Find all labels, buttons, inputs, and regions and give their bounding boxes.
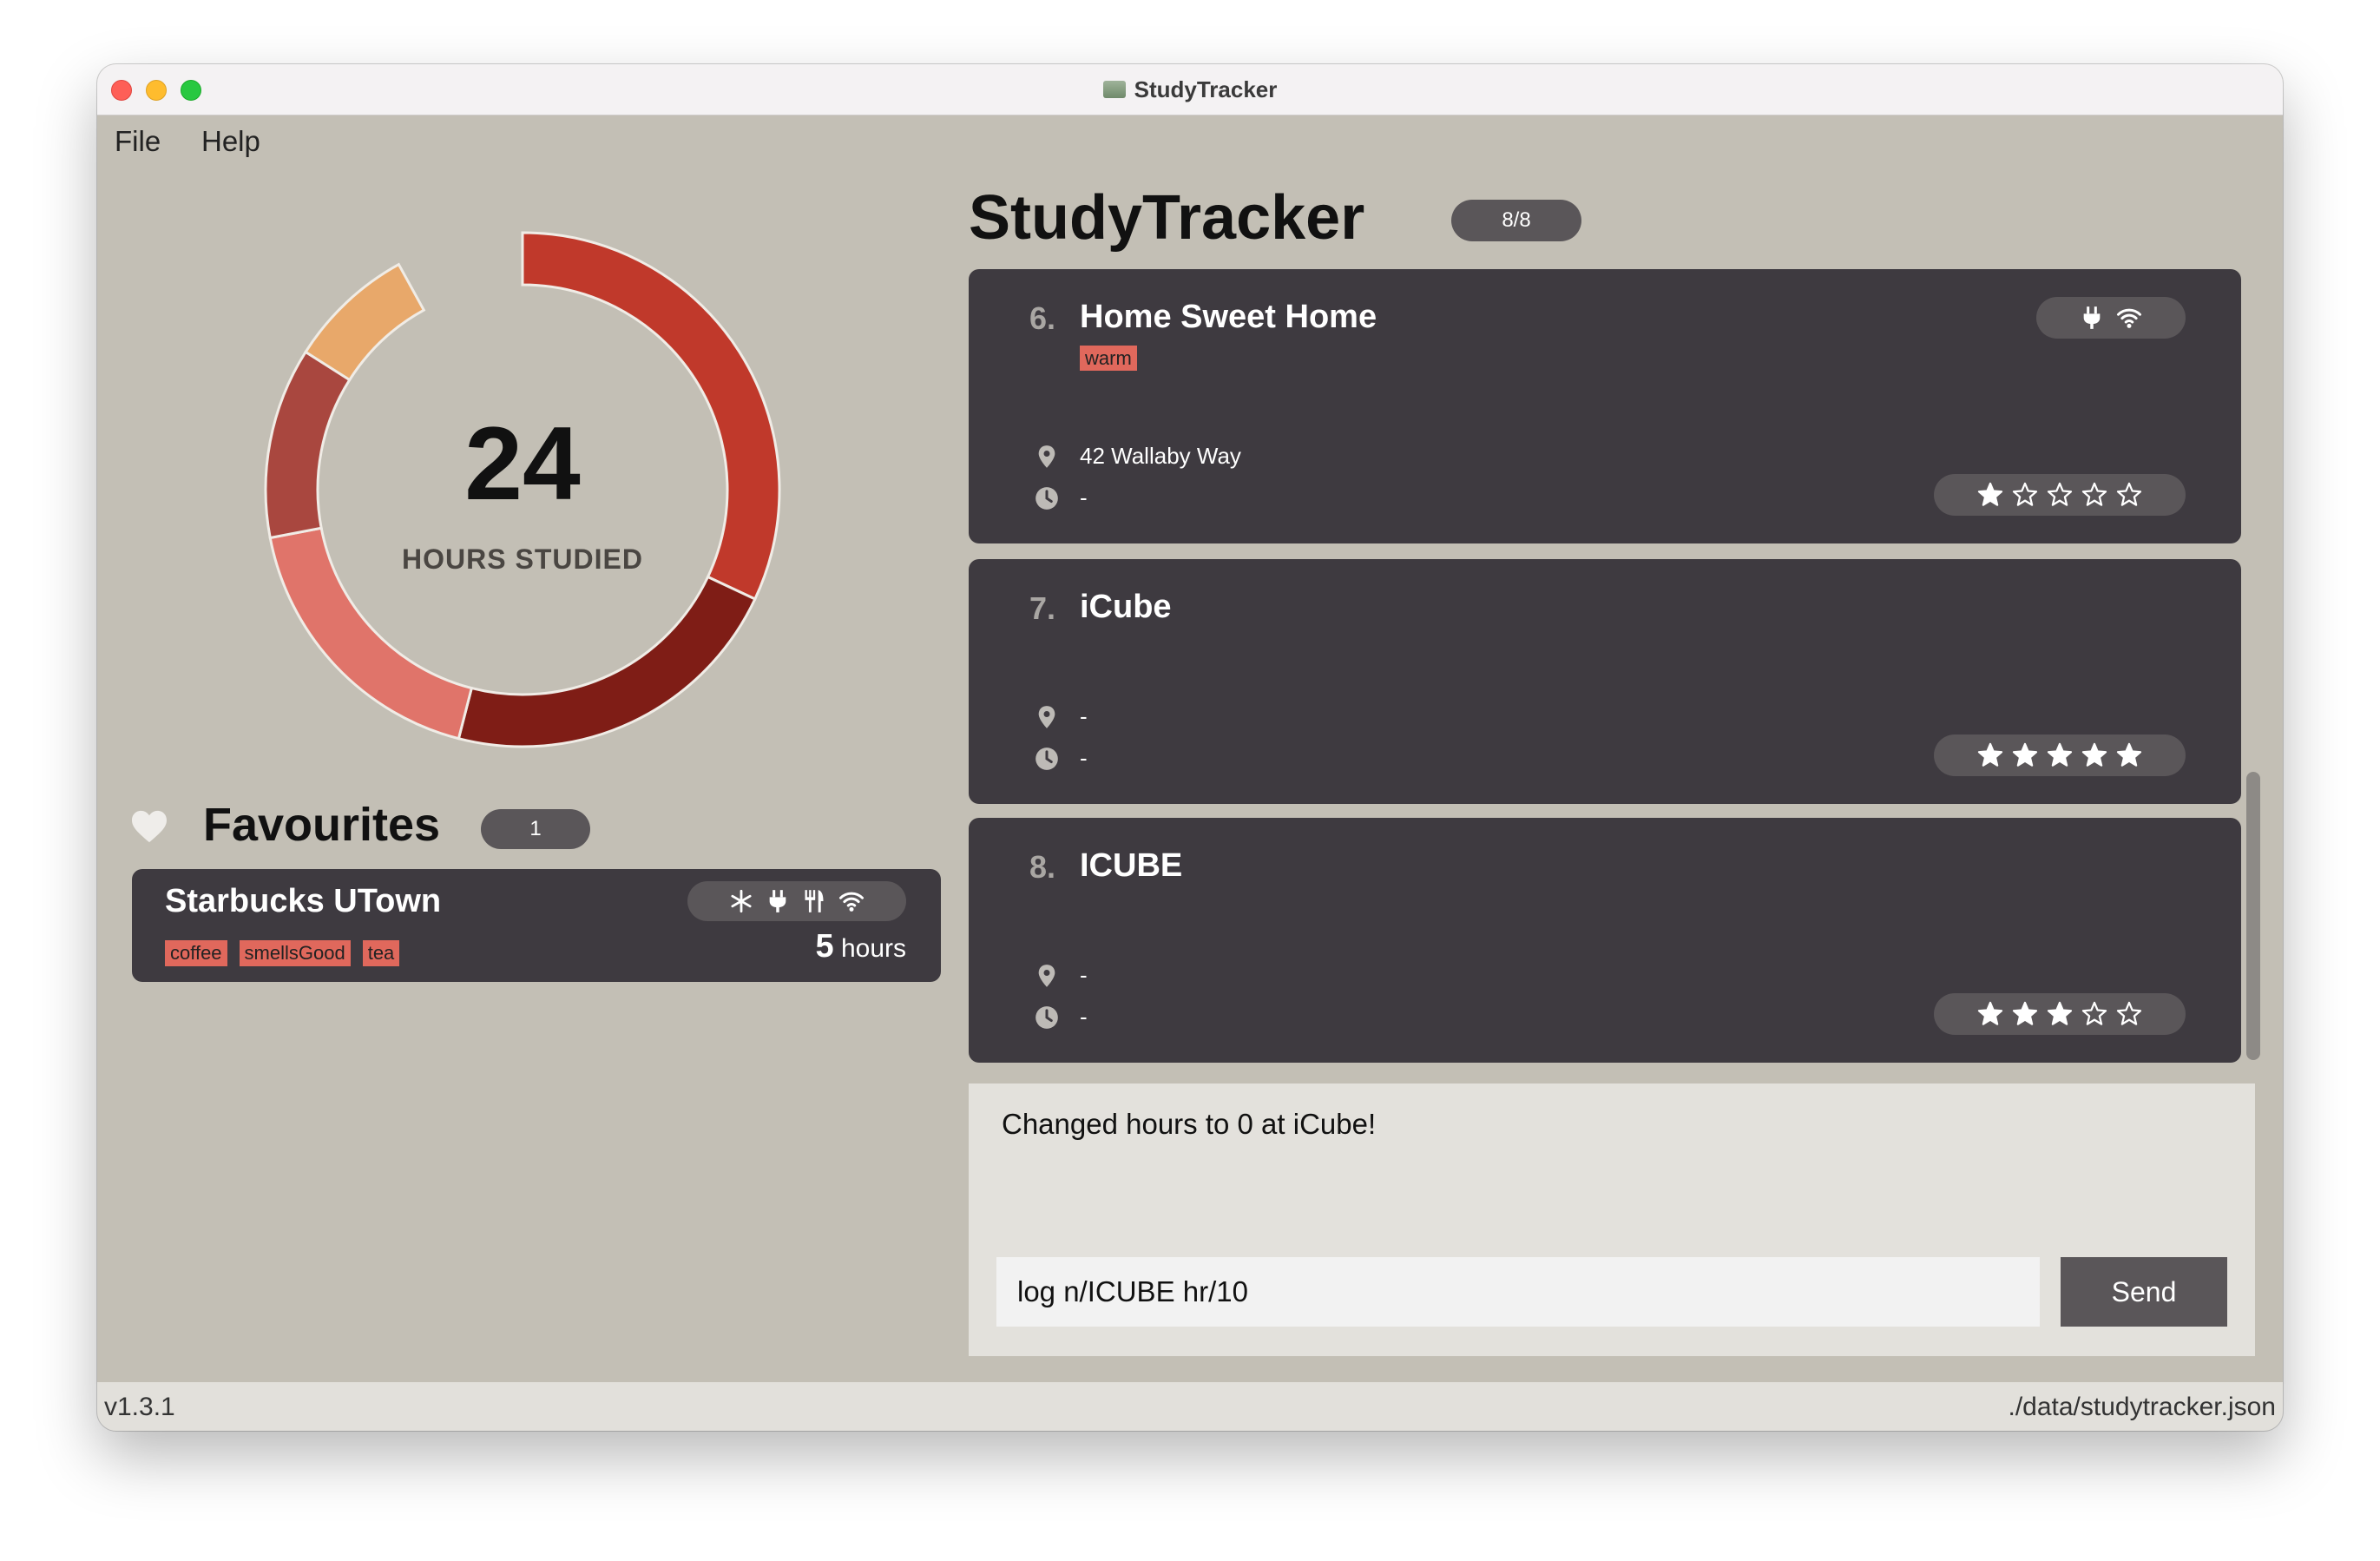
data-file-path: ./data/studytracker.json [2008,1393,2277,1421]
card-location-row: - [1035,703,1088,730]
star-filled-icon [1977,482,2003,506]
location-pin-icon [1038,705,1055,728]
star-filled-icon [2047,742,2073,767]
total-hours: 24 [464,405,581,522]
rating-stars [1934,734,2186,776]
star-filled-icon [2081,742,2107,767]
favourite-card[interactable]: Starbucks UTown coffee smellsGood tea 5 … [132,869,941,982]
card-time-row: - [1035,484,1088,511]
card-time: - [1080,745,1088,771]
favourite-amenities [687,881,906,921]
heart-icon [132,810,167,843]
tag-badge: tea [362,940,400,966]
favourite-tags: coffee smellsGood tea [165,940,400,966]
card-time: - [1080,484,1088,510]
result-message: Changed hours to 0 at iCube! [1002,1108,1377,1140]
star-outline-icon [2116,1001,2142,1025]
study-spot-card[interactable]: 6. Home Sweet Home warm 42 Wallaby Way - [969,269,2241,543]
donut-segment [304,262,426,382]
app-icon [1102,81,1126,98]
star-filled-icon [2012,742,2038,767]
favourite-name: Starbucks UTown [165,883,442,919]
star-outline-icon [2081,482,2107,506]
favourite-hours: 5 hours [815,928,906,965]
window-title-text: StudyTracker [1134,76,1278,102]
menu-file[interactable]: File [115,125,161,158]
star-filled-icon [2116,742,2142,767]
card-time-row: - [1035,745,1088,772]
version-label: v1.3.1 [104,1393,175,1421]
star-outline-icon [2116,482,2142,506]
star-outline-icon [2012,482,2038,506]
card-location: 42 Wallaby Way [1080,443,1241,469]
wifi-icon [839,892,864,912]
card-time: - [1080,1004,1088,1030]
wifi-icon [2117,308,2141,328]
menu-help[interactable]: Help [201,125,260,158]
clock-icon [1035,747,1058,770]
card-index: 6. [1029,300,1056,336]
card-name: ICUBE [1080,847,1183,884]
card-location: - [1080,703,1088,729]
plug-icon [2083,306,2101,329]
card-time-row: - [1035,1004,1088,1031]
card-location: - [1080,962,1088,988]
favourites-count-badge: 1 [481,809,590,849]
status-bar: v1.3.1 ./data/studytracker.json [97,1382,2283,1431]
card-name: iCube [1080,589,1172,625]
plug-icon [769,890,786,912]
favourite-hours-unit: hours [840,934,906,963]
command-input[interactable] [996,1257,2040,1327]
location-pin-icon [1038,445,1055,468]
rating-stars [1934,474,2186,516]
food-icon [805,890,824,912]
send-button[interactable]: Send [2061,1257,2227,1327]
hours-caption: HOURS STUDIED [402,543,643,575]
clock-icon [1035,486,1058,510]
result-panel: Changed hours to 0 at iCube! Send [969,1083,2255,1356]
study-spot-card[interactable]: 7. iCube - - [969,559,2241,804]
donut-segment [457,575,757,748]
star-outline-icon [2047,482,2073,506]
tag-badge: coffee [165,940,227,966]
tag-badge: smellsGood [239,940,351,966]
list-scrollbar[interactable] [2246,772,2260,1060]
menu-bar: File Help [97,115,2283,163]
location-pin-icon [1038,964,1055,987]
clock-icon [1035,1005,1058,1029]
star-filled-icon [2012,1001,2038,1025]
card-amenities [2036,297,2186,339]
card-location-row: - [1035,962,1088,989]
card-location-row: 42 Wallaby Way [1035,443,1241,470]
snowflake-icon [731,889,752,913]
card-index: 7. [1029,590,1056,626]
rating-stars [1934,993,2186,1035]
favourite-hours-value: 5 [815,928,834,965]
star-outline-icon [2081,1001,2107,1025]
star-filled-icon [1977,742,2003,767]
title-bar: StudyTracker [97,64,2283,115]
window-title: StudyTracker [97,64,2283,115]
card-name: Home Sweet Home [1080,299,1377,335]
list-title: StudyTracker [969,183,1365,253]
star-filled-icon [2047,1001,2073,1025]
favourites-title: Favourites [203,799,441,851]
list-count-badge: 8/8 [1451,200,1581,241]
card-index: 8. [1029,849,1056,885]
app-window: StudyTracker File Help 24 HOURS STUDIED … [97,64,2283,1431]
star-filled-icon [1977,1001,2003,1025]
study-spot-card[interactable]: 8. ICUBE - - [969,818,2241,1063]
tag-badge: warm [1080,346,1137,371]
